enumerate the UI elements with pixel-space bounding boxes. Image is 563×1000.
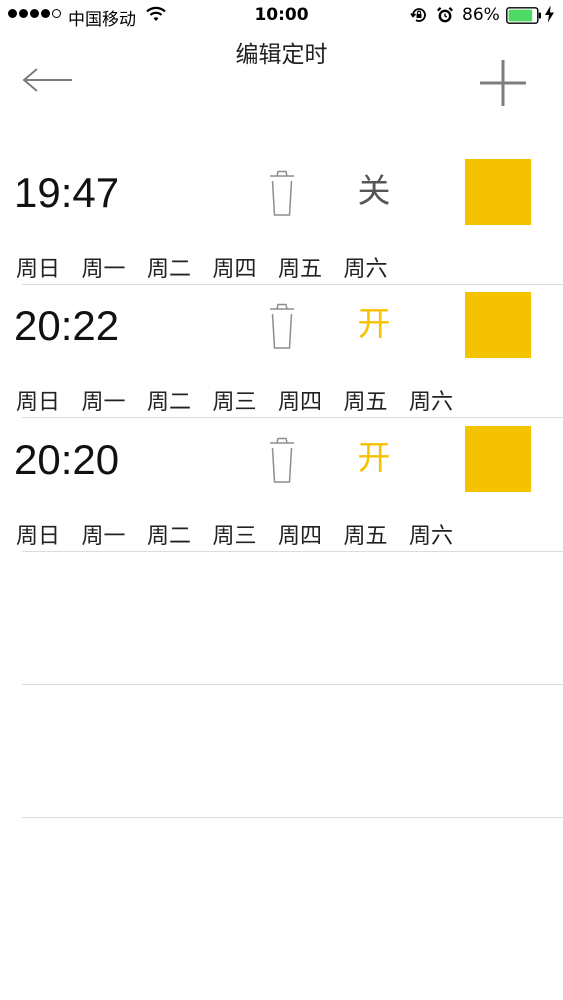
battery-percent: 86% — [462, 5, 500, 25]
repeat-day-label: 周六 — [409, 390, 454, 415]
timer-state-toggle[interactable]: 关 — [346, 169, 402, 213]
repeat-day-label: 周五 — [343, 524, 388, 549]
repeat-day-label: 周六 — [409, 524, 454, 549]
timer-time[interactable]: 20:20 — [14, 436, 119, 484]
back-arrow-icon — [22, 68, 72, 92]
repeat-day-label: 周一 — [81, 390, 126, 415]
alarm-icon — [437, 7, 453, 23]
row-divider — [22, 551, 563, 552]
timer-time[interactable]: 19:47 — [14, 169, 119, 217]
row-divider — [22, 417, 563, 418]
repeat-day-label: 周三 — [212, 390, 257, 415]
repeat-day-label: 周日 — [16, 390, 61, 415]
repeat-days: 周日 周一 周二 周三 周四 周五 周六 — [16, 384, 475, 416]
row-divider — [22, 817, 563, 818]
row-divider — [22, 684, 563, 685]
repeat-day-label: 周一 — [81, 257, 126, 282]
trash-icon — [270, 303, 294, 349]
row-divider — [22, 284, 563, 285]
repeat-day-label: 周四 — [278, 390, 323, 415]
repeat-day-label: 周五 — [343, 390, 388, 415]
plus-icon — [480, 60, 526, 106]
status-bar: 中国移动 10:00 86% — [0, 0, 563, 32]
timer-color-swatch[interactable] — [465, 426, 531, 492]
delete-timer-button[interactable] — [266, 169, 298, 217]
repeat-days: 周日 周一 周二 周四 周五 周六 — [16, 251, 409, 283]
timer-state-toggle[interactable]: 开 — [346, 436, 402, 480]
repeat-day-label: 周三 — [212, 524, 257, 549]
timer-row[interactable]: 19:47 关 周日 周一 周二 周四 周五 周六 — [0, 159, 563, 293]
repeat-day-label: 周日 — [16, 257, 61, 282]
repeat-day-label: 周二 — [147, 524, 192, 549]
timer-color-swatch[interactable] — [465, 159, 531, 225]
delete-timer-button[interactable] — [266, 436, 298, 484]
delete-timer-button[interactable] — [266, 302, 298, 350]
repeat-day-label: 周四 — [278, 524, 323, 549]
timer-color-swatch[interactable] — [465, 292, 531, 358]
repeat-day-label: 周六 — [343, 257, 388, 282]
trash-icon — [270, 170, 294, 216]
back-button[interactable] — [18, 58, 78, 102]
timer-time[interactable]: 20:22 — [14, 302, 119, 350]
repeat-day-label: 周二 — [147, 257, 192, 282]
add-timer-button[interactable] — [476, 56, 530, 110]
repeat-day-label: 周四 — [212, 257, 257, 282]
timer-state-toggle[interactable]: 开 — [346, 302, 402, 346]
repeat-day-label: 周五 — [278, 257, 323, 282]
repeat-day-label: 周二 — [147, 390, 192, 415]
repeat-day-label: 周日 — [16, 524, 61, 549]
battery-icon — [506, 7, 541, 24]
timer-row[interactable]: 20:20 开 周日 周一 周二 周三 周四 周五 周六 — [0, 426, 563, 560]
repeat-days: 周日 周一 周二 周三 周四 周五 周六 — [16, 518, 475, 550]
repeat-day-label: 周一 — [81, 524, 126, 549]
rotation-lock-icon — [410, 8, 426, 22]
timer-row[interactable]: 20:22 开 周日 周一 周二 周三 周四 周五 周六 — [0, 292, 563, 426]
trash-icon — [270, 437, 294, 483]
bolt-icon — [545, 5, 554, 23]
